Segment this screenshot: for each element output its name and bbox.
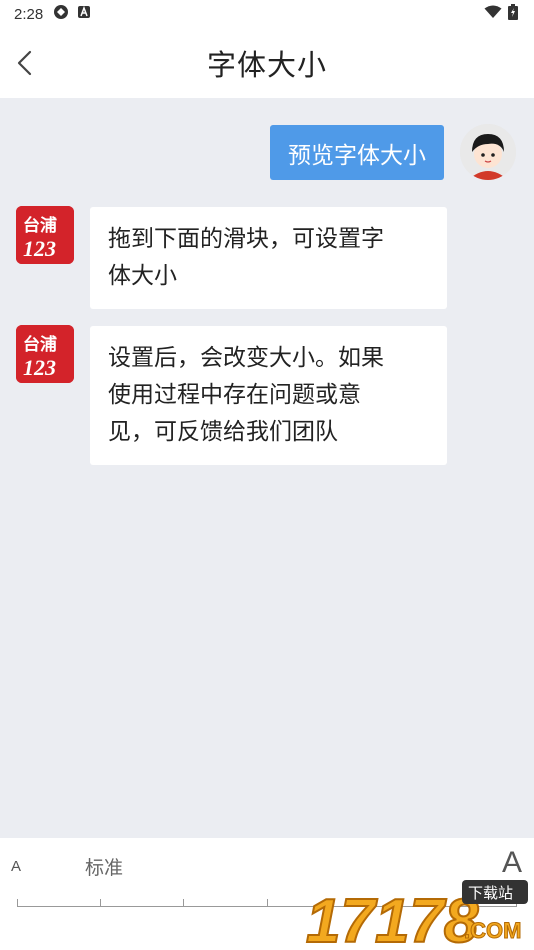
user-avatar: [460, 124, 516, 180]
bot-message-bubble: 设置后，会改变大小。如果 使用过程中存在问题或意 见，可反馈给我们团队: [90, 326, 447, 465]
watermark-logo: 17178 下载站 .COM: [304, 876, 532, 950]
slider-tick[interactable]: [100, 899, 101, 906]
watermark-number: 17178: [306, 887, 479, 948]
bot-avatar: 台浦 123: [16, 325, 74, 383]
bot-message-bubble: 拖到下面的滑块，可设置字 体大小: [90, 207, 447, 309]
bot-logo-bottom: 123: [23, 236, 56, 261]
watermark-suffix: .COM: [464, 918, 521, 943]
font-level-label: 标准: [85, 857, 124, 879]
status-time: 2:28: [14, 5, 44, 23]
bot-message-line: 拖到下面的滑块，可设置字: [108, 226, 384, 252]
chevron-left-icon: [17, 50, 32, 76]
chat-area: 预览字体大小 台浦 123 拖到下面的滑块，可设置字 体大小 台浦 123 设置…: [0, 98, 534, 838]
back-button[interactable]: [12, 46, 40, 80]
bot-logo-top: 台浦: [23, 334, 57, 355]
bot-message-line: 见，可反馈给我们团队: [108, 419, 338, 445]
slider-tick[interactable]: [183, 899, 184, 906]
slider-tick[interactable]: [267, 899, 268, 906]
large-font-label: A: [501, 846, 522, 879]
bot-avatar: 台浦 123: [16, 206, 74, 264]
app-notification-icon: [77, 5, 91, 23]
slider-tick[interactable]: [17, 899, 18, 906]
nav-bar: 字体大小: [0, 28, 534, 98]
user-message-bubble: 预览字体大小: [270, 125, 444, 180]
page-title: 字体大小: [206, 48, 327, 82]
small-font-label: A: [11, 858, 22, 875]
bot-logo-top: 台浦: [23, 215, 57, 236]
status-bar: 2:28: [0, 0, 534, 28]
bot-message-line: 使用过程中存在问题或意: [108, 382, 361, 408]
bot-message-line: 体大小: [108, 263, 177, 289]
bot-logo-bottom: 123: [23, 355, 56, 380]
battery-icon: [508, 4, 518, 24]
wifi-icon: [484, 5, 502, 23]
bot-message-line: 设置后，会改变大小。如果: [108, 345, 384, 371]
sync-icon: [53, 4, 69, 24]
watermark-tag: 下载站: [468, 884, 513, 902]
